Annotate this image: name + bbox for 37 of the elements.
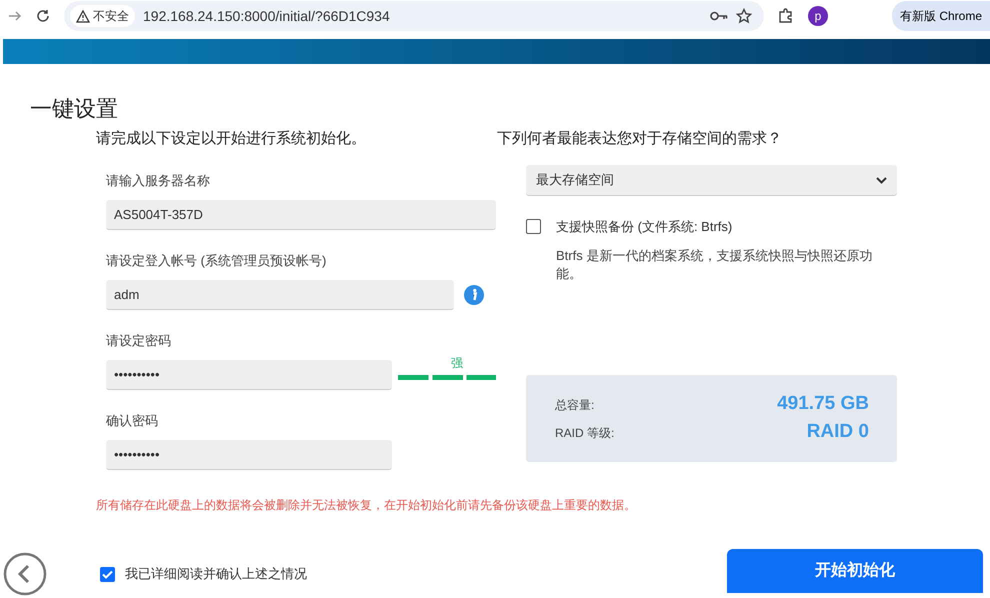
warning-text: 所有储存在此硬盘上的数据将会被删除并无法被恢复，在开始初始化前请先备份该硬盘上重要的数据。: [96, 497, 637, 514]
section-heading: 下列何者最能表达您对于存储空间的需求？: [497, 129, 783, 149]
url-text: 192.168.24.150:8000/initial/?66D1C934: [143, 6, 391, 26]
snapshot-label: 支援快照备份 (文件系统: Btrfs): [556, 218, 732, 236]
field-label: 请输入服务器名称: [106, 172, 211, 190]
storage-select[interactable]: 最大存储空间: [526, 165, 897, 196]
password-field[interactable]: ••••••••••: [106, 440, 392, 470]
update-button[interactable]: 有新版 Chrome: [892, 1, 990, 31]
warning-icon: [76, 10, 90, 22]
forward-icon[interactable]: [8, 9, 22, 23]
section-heading: 请完成以下设定以开始进行系统初始化。: [96, 129, 367, 149]
profile-avatar[interactable]: p: [808, 6, 828, 26]
chevron-icon: [876, 176, 887, 184]
summary-label: 总容量:: [555, 396, 594, 414]
star-icon[interactable]: [736, 8, 752, 24]
field-label: 请设定密码: [106, 332, 172, 350]
summary-value: RAID 0: [806, 420, 869, 444]
server-name-field[interactable]: AS5004T-357D: [106, 200, 496, 230]
confirm-label: 我已详细阅读并确认上述之情况: [125, 565, 307, 584]
address-bar[interactable]: 不安全 192.168.24.150:8000/initial/?66D1C934: [64, 1, 764, 31]
page-title: 一键设置: [30, 95, 119, 123]
reload-icon[interactable]: [36, 9, 50, 23]
account-field[interactable]: adm: [106, 280, 454, 310]
password-field[interactable]: ••••••••••: [106, 360, 392, 390]
puzzle-icon[interactable]: [778, 8, 794, 24]
snapshot-checkbox[interactable]: [526, 219, 541, 234]
confirm-checkbox[interactable]: [100, 566, 115, 582]
summary-value: 491.75 GB: [777, 392, 869, 416]
back-button[interactable]: [3, 552, 47, 596]
snapshot-description: Btrfs 是新一代的档案系统，支援系统快照与快照还原功能。: [556, 246, 874, 282]
summary-label: RAID 等级:: [555, 424, 614, 442]
strength-label: 强: [451, 356, 463, 370]
info-icon[interactable]: [464, 285, 484, 305]
field-label: 请设定登入帐号 (系统管理员预设帐号): [106, 252, 328, 270]
field-label: 确认密码: [106, 412, 159, 430]
key-icon[interactable]: [710, 11, 728, 21]
start-button[interactable]: 开始初始化: [727, 549, 983, 593]
